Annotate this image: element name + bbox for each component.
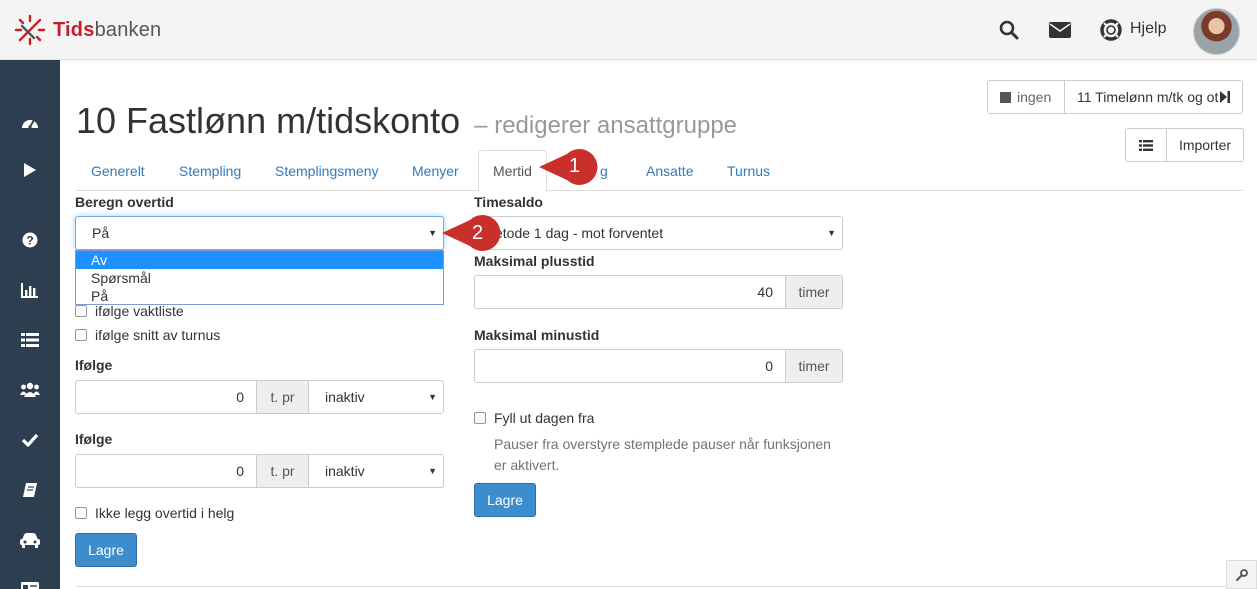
ifolge2-label: Ifølge	[75, 431, 113, 447]
tab-menyer[interactable]: Menyer	[412, 150, 459, 191]
ifolge2-period-select[interactable]: inaktiv ▼	[308, 454, 444, 488]
fyll-label: Fyll ut dagen fra	[494, 410, 595, 426]
book-icon[interactable]	[20, 480, 40, 500]
question-icon[interactable]: ?	[20, 230, 40, 250]
save-button-left[interactable]: Lagre	[75, 533, 137, 567]
tab-generelt[interactable]: Generelt	[91, 150, 145, 191]
tab-turnus[interactable]: Turnus	[727, 150, 770, 191]
play-icon[interactable]	[20, 160, 40, 180]
check-icon[interactable]	[20, 430, 40, 450]
plusstid-label: Maksimal plusstid	[474, 253, 595, 269]
prev-group-button[interactable]: ingen	[988, 81, 1064, 113]
ifolge1-label: Ifølge	[75, 357, 113, 373]
snitt-checkbox[interactable]	[75, 329, 87, 341]
brand-logo-link[interactable]: Tidsbanken	[14, 14, 161, 46]
svg-text:?: ?	[26, 234, 33, 248]
ifolge2-hours-input[interactable]: 0	[75, 454, 257, 488]
footer-divider	[76, 586, 1243, 587]
save-button-right[interactable]: Lagre	[474, 483, 536, 517]
helg-checkbox[interactable]	[75, 507, 87, 519]
minustid-input[interactable]: 0	[474, 349, 786, 383]
search-icon[interactable]	[997, 18, 1021, 42]
overtid-label: Beregn overtid	[75, 194, 174, 210]
caret-down-icon: ▼	[428, 466, 437, 476]
next-group-button[interactable]: 11 Timelønn m/tk og ot	[1064, 81, 1242, 113]
vaktliste-checkbox-row[interactable]: ifølge vaktliste	[75, 303, 184, 319]
plusstid-unit-addon: timer	[785, 275, 843, 309]
helg-checkbox-row[interactable]: Ikke legg overtid i helg	[75, 505, 234, 521]
user-avatar[interactable]	[1193, 8, 1240, 55]
settings-wrench-button[interactable]	[1226, 560, 1257, 589]
snitt-checkbox-row[interactable]: ifølge snitt av turnus	[75, 327, 220, 343]
group-navigation: ingen 11 Timelønn m/tk og ot	[987, 80, 1243, 114]
minustid-label: Maksimal minustid	[474, 327, 600, 343]
vaktliste-checkbox[interactable]	[75, 305, 87, 317]
stop-icon	[1000, 91, 1011, 103]
page-title: 10 Fastlønn m/tidskonto – redigerer ansa…	[76, 100, 738, 141]
minustid-unit-addon: timer	[785, 349, 843, 383]
timesaldo-label: Timesaldo	[474, 194, 543, 210]
tab-ansatte[interactable]: Ansatte	[646, 150, 693, 191]
fyll-checkbox-row[interactable]: Fyll ut dagen fra	[474, 410, 594, 426]
callout-number-2: 2	[472, 222, 484, 244]
help-link[interactable]: Hjelp	[1130, 20, 1166, 38]
overtid-option-av[interactable]: Av	[76, 251, 443, 269]
list-icon	[1139, 139, 1153, 151]
vaktliste-label: ifølge vaktliste	[95, 303, 184, 319]
envelope-icon[interactable]	[1048, 18, 1072, 42]
fyll-help-text: Pauser fra overstyre stemplede pauser nå…	[494, 436, 831, 473]
lifebuoy-icon[interactable]	[1099, 18, 1123, 42]
top-navbar: Tidsbanken Hjelp	[0, 0, 1257, 60]
caret-down-icon: ▼	[428, 228, 437, 238]
car-icon[interactable]	[20, 530, 40, 550]
timesaldo-select[interactable]: etode 1 dag - mot forventet ▼	[474, 216, 843, 250]
snitt-label: ifølge snitt av turnus	[95, 327, 221, 343]
brand-name: Tidsbanken	[53, 18, 162, 41]
ifolge1-hours-input[interactable]: 0	[75, 380, 257, 414]
ifolge1-unit-addon: t. pr	[256, 380, 309, 414]
step-forward-icon	[1220, 91, 1231, 103]
overtid-option-pa[interactable]: På	[76, 287, 443, 305]
sidebar: ?	[0, 60, 60, 589]
overtid-dropdown-list: Av Spørsmål På	[75, 250, 444, 305]
ifolge2-unit-addon: t. pr	[256, 454, 309, 488]
wrench-icon	[1235, 568, 1248, 581]
caret-down-icon: ▼	[428, 392, 437, 402]
tab-stemplingsmeny[interactable]: Stemplingsmeny	[275, 150, 379, 191]
page-subtitle: – redigerer ansattgruppe	[474, 112, 738, 139]
helg-label: Ikke legg overtid i helg	[95, 505, 235, 521]
bar-chart-icon[interactable]	[20, 280, 40, 300]
callout-number-1: 1	[569, 155, 581, 177]
users-icon[interactable]	[20, 380, 40, 400]
overtid-option-sporsmal[interactable]: Spørsmål	[76, 269, 443, 287]
plusstid-input[interactable]: 40	[474, 275, 786, 309]
list-icon[interactable]	[20, 330, 40, 350]
ifolge1-period-select[interactable]: inaktiv ▼	[308, 380, 444, 414]
overtid-select[interactable]: På ▼	[75, 216, 444, 250]
tidsbanken-logo-icon	[14, 14, 46, 46]
id-card-icon[interactable]	[20, 578, 40, 589]
dashboard-icon[interactable]	[20, 112, 40, 132]
tab-stempling[interactable]: Stempling	[179, 150, 241, 191]
caret-down-icon: ▼	[827, 228, 836, 238]
fyll-checkbox[interactable]	[474, 412, 486, 424]
tab-bar: Generelt Stempling Stemplingsmeny Menyer…	[76, 150, 1243, 192]
